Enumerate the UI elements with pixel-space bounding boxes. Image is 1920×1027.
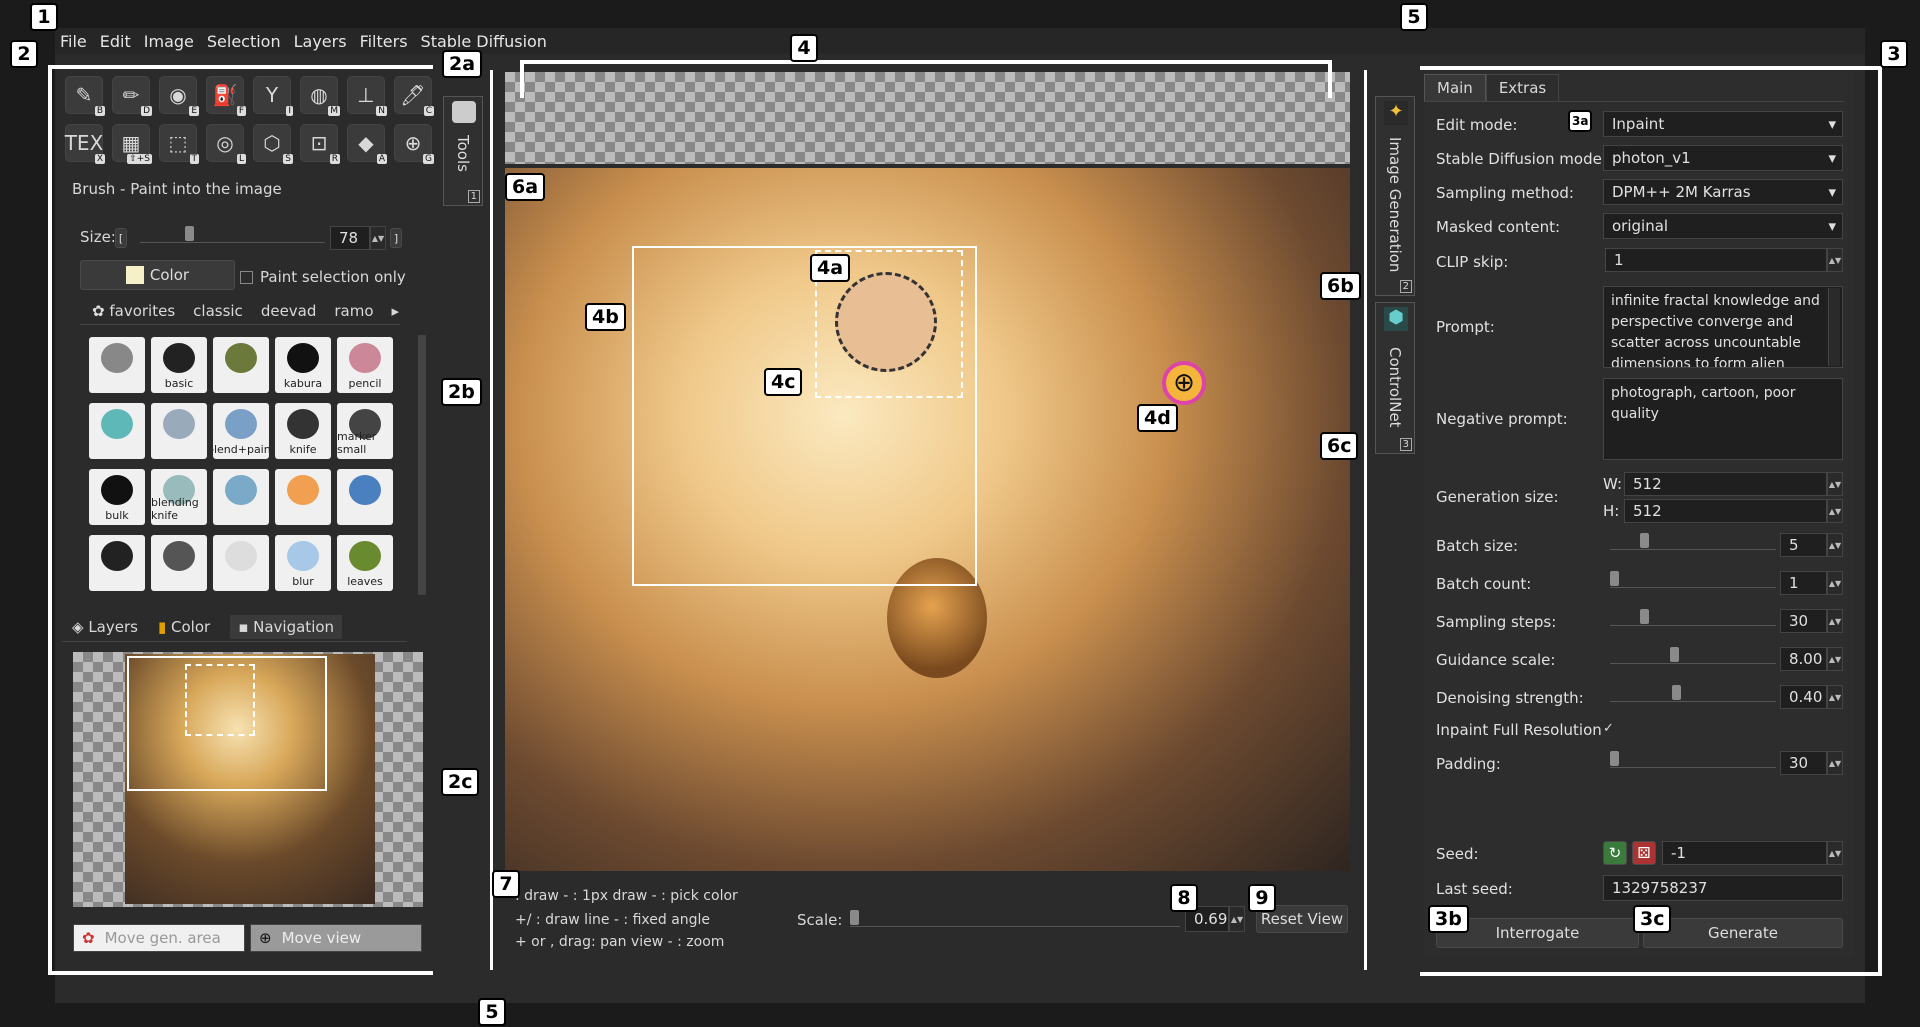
menu-filters[interactable]: Filters	[360, 32, 408, 51]
image-generation-num: 2	[1399, 280, 1412, 293]
tools-dock-tab[interactable]: Tools 1	[443, 96, 483, 206]
sparkle-icon: ✦	[1384, 101, 1408, 125]
menu-edit[interactable]: Edit	[100, 32, 131, 51]
controlnet-label: ControlNet	[1386, 347, 1404, 428]
tools-dock-label: Tools	[454, 135, 472, 172]
scale-spin-arrows[interactable]: ▲▼	[1229, 906, 1245, 932]
badge-3a: 3a	[1568, 110, 1593, 132]
scale-slider-handle[interactable]	[850, 910, 859, 925]
annotation-bracket-right	[1420, 66, 1882, 976]
annotation-bracket-canvas	[520, 60, 1332, 98]
badge-4d: 4d	[1137, 404, 1178, 432]
menu-layers[interactable]: Layers	[294, 32, 347, 51]
canvas-image[interactable]: ⊕	[505, 168, 1350, 871]
tools-dock-icon	[452, 101, 476, 123]
menu-bar: File Edit Image Selection Layers Filters…	[55, 28, 1865, 54]
badge-6b: 6b	[1320, 272, 1361, 300]
badge-4b: 4b	[585, 303, 626, 331]
menu-selection[interactable]: Selection	[207, 32, 281, 51]
badge-2c: 2c	[441, 768, 480, 796]
tools-dock-num: 1	[467, 190, 480, 203]
badge-4c: 4c	[764, 368, 803, 396]
badge-9: 9	[1248, 884, 1276, 912]
controlnet-icon: ⬢	[1384, 307, 1408, 331]
divider-left	[490, 70, 493, 970]
hint-line-2: +/ : draw line - : fixed angle	[515, 912, 711, 928]
scale-slider[interactable]	[850, 910, 1180, 927]
mask-selection	[835, 272, 937, 372]
annotation-bracket-left	[48, 65, 433, 975]
cursor-crosshair-icon: ⊕	[1162, 361, 1206, 405]
controlnet-dock-tab[interactable]: ⬢ ControlNet 3	[1375, 302, 1415, 454]
image-generation-label: Image Generation	[1386, 137, 1404, 273]
scale-label: Scale:	[797, 911, 843, 929]
divider-right	[1364, 70, 1367, 970]
badge-5-top: 5	[1400, 3, 1428, 31]
image-generation-dock-tab[interactable]: ✦ Image Generation 2	[1375, 96, 1415, 296]
menu-image[interactable]: Image	[144, 32, 194, 51]
badge-3: 3	[1880, 40, 1908, 68]
hint-line-1: : draw - : 1px draw - : pick color	[515, 888, 738, 904]
badge-5-bottom: 5	[478, 998, 506, 1026]
badge-6c: 6c	[1320, 432, 1359, 460]
menu-file[interactable]: File	[60, 32, 87, 51]
badge-8: 8	[1170, 884, 1198, 912]
badge-3c: 3c	[1633, 905, 1672, 933]
controlnet-num: 3	[1399, 438, 1412, 451]
badge-2a: 2a	[442, 50, 483, 78]
badge-2: 2	[10, 40, 38, 68]
hint-line-3: + or , drag: pan view - : zoom	[515, 934, 725, 950]
badge-4: 4	[790, 34, 818, 62]
badge-7: 7	[492, 870, 520, 898]
badge-1: 1	[30, 3, 58, 31]
menu-stable-diffusion[interactable]: Stable Diffusion	[421, 32, 547, 51]
badge-3b: 3b	[1428, 905, 1469, 933]
badge-4a: 4a	[810, 254, 851, 282]
badge-6a: 6a	[505, 173, 546, 201]
badge-2b: 2b	[441, 378, 482, 406]
